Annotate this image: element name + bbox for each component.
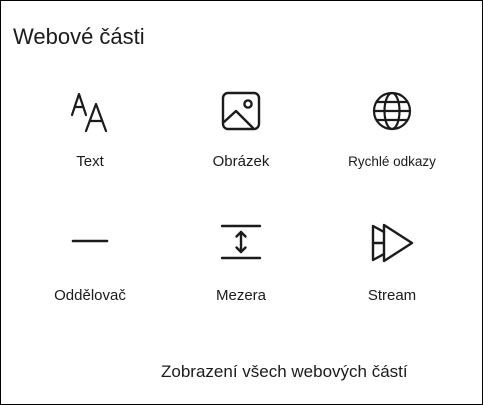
web-part-stream-label: Stream bbox=[367, 287, 417, 304]
web-part-divider[interactable]: Oddělovač bbox=[20, 219, 160, 315]
web-part-text-label: Text bbox=[76, 153, 104, 170]
stream-icon bbox=[371, 223, 414, 263]
globe-icon bbox=[372, 91, 412, 131]
web-part-stream[interactable]: Stream bbox=[322, 219, 462, 315]
see-all-web-parts-link[interactable]: Zobrazení všech webových částí bbox=[161, 361, 408, 383]
web-parts-panel: Webové části Text Obrázek Rychlé odkazy … bbox=[0, 0, 483, 405]
panel-title: Webové části bbox=[13, 24, 145, 49]
web-part-quick-links-label: Rychlé odkazy bbox=[348, 154, 436, 169]
web-part-spacer-label: Mezera bbox=[215, 287, 267, 304]
spacer-icon bbox=[220, 224, 262, 260]
text-icon bbox=[70, 92, 108, 133]
web-part-image-label: Obrázek bbox=[212, 153, 270, 170]
web-part-image[interactable]: Obrázek bbox=[171, 87, 311, 183]
web-part-divider-label: Oddělovač bbox=[54, 287, 126, 304]
web-part-spacer[interactable]: Mezera bbox=[171, 219, 311, 315]
divider-icon bbox=[71, 239, 109, 243]
web-part-text[interactable]: Text bbox=[20, 87, 160, 183]
web-part-quick-links[interactable]: Rychlé odkazy bbox=[322, 87, 462, 183]
image-icon bbox=[221, 91, 261, 131]
